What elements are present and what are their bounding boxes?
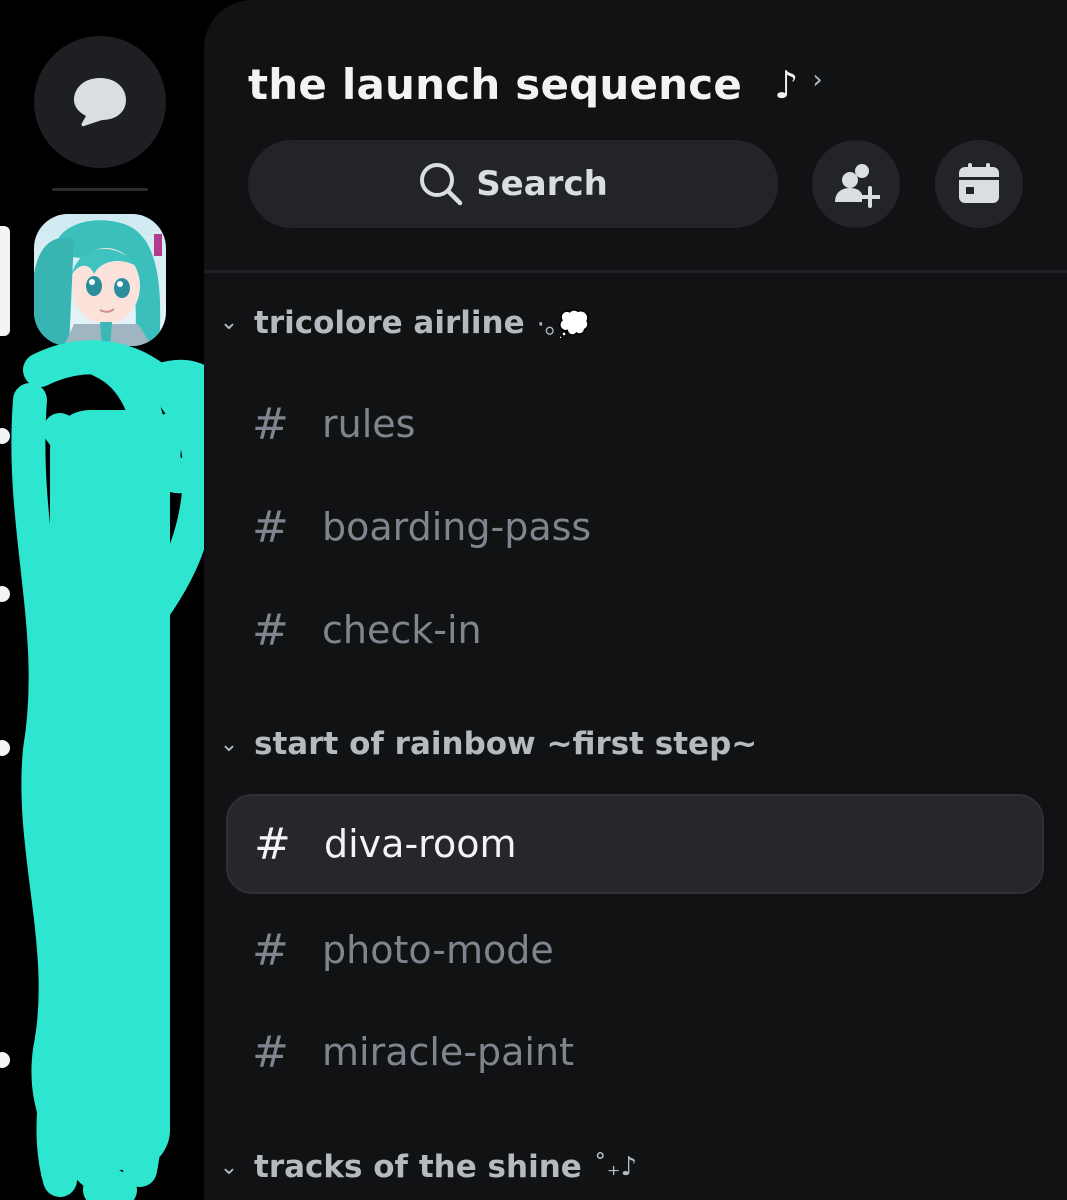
text-channel-icon: #	[252, 604, 289, 656]
chevron-down-icon: ⌄	[219, 731, 239, 757]
channel-photo-mode[interactable]: # photo-mode	[226, 900, 1044, 1000]
server-icon-the-launch-sequence[interactable]	[34, 214, 166, 346]
discord-app: the launch sequence ♪ › Search ⌄ tricolo…	[0, 0, 1067, 1200]
channel-rules[interactable]: # rules	[226, 374, 1044, 474]
direct-messages-button[interactable]	[34, 36, 166, 168]
category-label: start of rainbow ~first step~	[254, 726, 758, 762]
category-start-of-rainbow[interactable]: ⌄ start of rainbow ~first step~	[216, 726, 757, 762]
channel-check-in[interactable]: # check-in	[226, 580, 1044, 680]
text-channel-icon: #	[252, 1026, 289, 1078]
category-tracks-of-the-shine[interactable]: ⌄ tracks of the shine ˚₊♪	[216, 1149, 637, 1185]
add-member-icon	[835, 164, 880, 208]
category-label: tricolore airline	[254, 304, 525, 341]
channel-name: diva-room	[324, 822, 517, 866]
text-channel-icon: #	[252, 924, 289, 976]
server-rail	[0, 0, 235, 1200]
server-name: the launch sequence	[248, 60, 743, 109]
text-channel-icon: #	[254, 818, 291, 870]
chat-bubble-icon	[74, 78, 126, 127]
category-tricolore-airline[interactable]: ⌄ tricolore airline ·｡💭	[216, 304, 590, 341]
chevron-down-icon: ⌄	[219, 1154, 239, 1180]
chevron-down-icon: ⌄	[219, 310, 239, 335]
chevron-right-icon: ›	[812, 64, 823, 95]
selected-server-indicator	[0, 226, 10, 336]
thought-bubble-icon: ·｡💭	[536, 310, 591, 340]
channel-diva-room[interactable]: # diva-room	[226, 794, 1044, 894]
text-channel-icon: #	[252, 398, 289, 450]
header-divider	[204, 270, 1067, 273]
search-label: Search	[476, 164, 608, 204]
category-label: tracks of the shine	[254, 1149, 582, 1185]
invite-members-button[interactable]	[812, 140, 900, 228]
channel-name: boarding-pass	[322, 505, 592, 549]
channel-name: miracle-paint	[322, 1030, 574, 1074]
server-avatar-image	[34, 214, 166, 346]
music-note-icon: ♪	[774, 62, 799, 107]
channel-panel: the launch sequence ♪ › Search ⌄ tricolo…	[204, 0, 1067, 1200]
text-channel-icon: #	[252, 501, 289, 553]
channel-name: check-in	[322, 608, 482, 652]
calendar-icon	[959, 163, 999, 203]
channel-name: photo-mode	[322, 928, 554, 972]
channel-miracle-paint[interactable]: # miracle-paint	[226, 1002, 1044, 1102]
channel-boarding-pass[interactable]: # boarding-pass	[226, 477, 1044, 577]
search-button[interactable]: Search	[248, 140, 778, 228]
search-icon	[420, 163, 463, 206]
events-button[interactable]	[935, 140, 1023, 228]
rail-divider	[52, 188, 148, 191]
server-header[interactable]: the launch sequence ♪ ›	[248, 60, 823, 109]
channel-name: rules	[322, 402, 416, 446]
music-note-icon: ˚₊♪	[593, 1152, 638, 1182]
